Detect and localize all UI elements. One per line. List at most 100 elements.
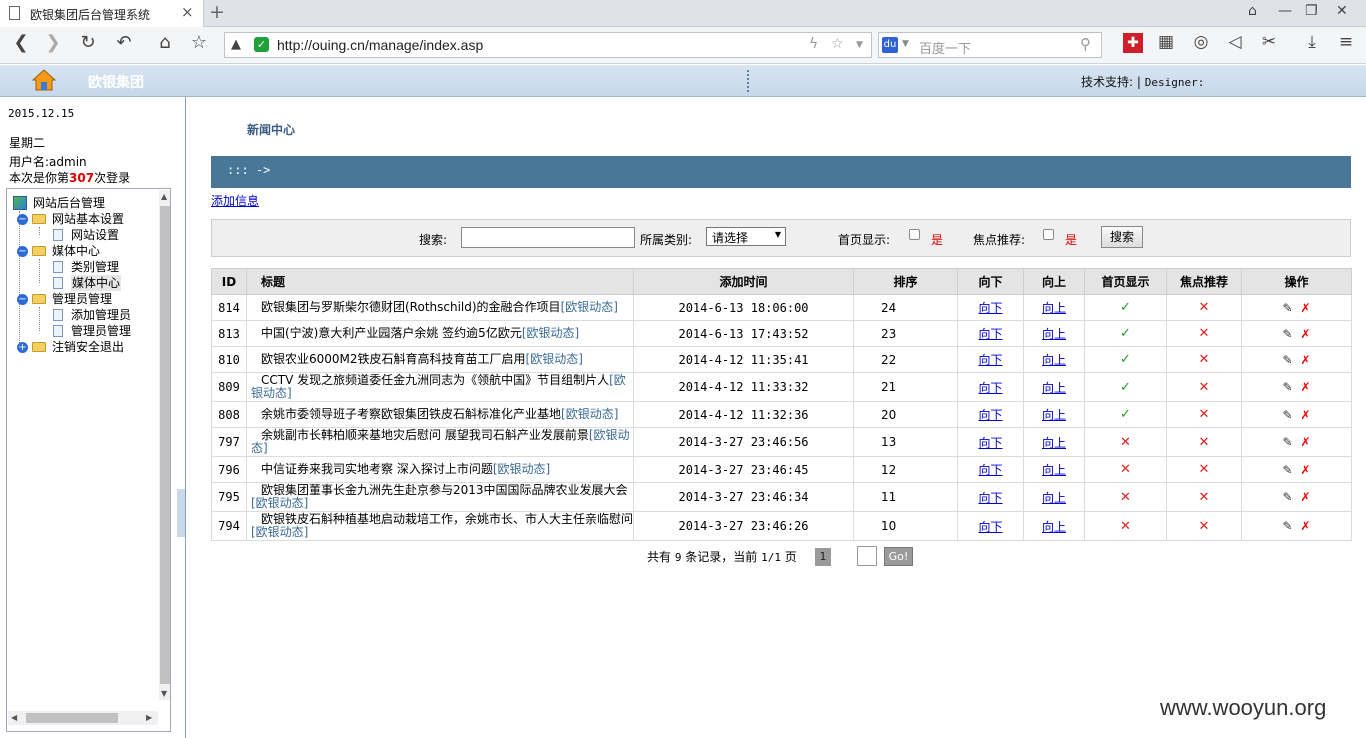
tree-label-admin-mgmt[interactable]: 管理员管理 [71,323,131,339]
check-icon[interactable]: ✓ [1120,300,1131,315]
edit-icon[interactable]: ✎ [1282,327,1292,341]
row-category-tag[interactable]: [欧银动态] [561,407,618,421]
apps-grid-icon[interactable]: ▦ [1153,32,1179,52]
row-title[interactable]: 中国(宁波)意大利产业园落户余姚 签约逾5亿欧元[欧银动态] [246,320,634,347]
download-icon[interactable]: ⤓ [1299,32,1325,52]
scroll-right-icon[interactable]: ▶ [146,713,152,722]
check-icon[interactable]: ✓ [1120,326,1131,341]
check-icon[interactable]: ✓ [1120,352,1131,367]
move-up-link[interactable]: 向上 [1042,381,1066,395]
move-down-link[interactable]: 向下 [978,463,1002,477]
collapse-icon[interactable]: − [17,246,28,257]
move-down-link[interactable]: 向下 [978,520,1002,534]
pin-icon[interactable]: ⌂ [1248,3,1257,19]
delete-icon[interactable]: ✗ [1301,301,1311,315]
scroll-up-icon[interactable]: ▲ [161,192,167,201]
tree-vertical-scrollbar[interactable]: ▲ ▼ [159,190,170,700]
row-title-text[interactable]: 中信证券来我司实地考察 深入探讨上市问题 [251,462,493,476]
edit-icon[interactable]: ✎ [1282,301,1292,315]
move-up-link[interactable]: 向上 [1042,327,1066,341]
sound-icon[interactable]: ◁ [1222,32,1248,52]
row-title-text[interactable]: 欧银集团与罗斯柴尔德财团(Rothschild)的金融合作项目 [251,300,561,314]
tree-label-media[interactable]: 媒体中心 [52,243,100,259]
row-title[interactable]: 欧银集团董事长金九洲先生赴京参与2013中国国际品牌农业发展大会[欧银动态] [246,482,634,512]
row-title-text[interactable]: 余姚副市长韩柏顺来基地灾后慰问 展望我司石斛产业发展前景 [251,428,589,442]
delete-icon[interactable]: ✗ [1301,327,1311,341]
cross-icon[interactable]: ✕ [1199,326,1210,341]
delete-icon[interactable]: ✗ [1301,435,1311,449]
undo-icon[interactable]: ↶ [112,32,136,53]
scroll-thumb[interactable] [26,713,118,723]
panel-splitter[interactable] [177,489,185,537]
tree-label-add-admin[interactable]: 添加管理员 [71,307,131,323]
check-icon[interactable]: ✓ [1120,407,1131,422]
edit-icon[interactable]: ✎ [1282,353,1292,367]
search-input[interactable] [461,227,635,248]
row-title-text[interactable]: CCTV 发现之旅频道委任金九洲同志为《领航中国》节目组制片人 [251,373,609,387]
row-title[interactable]: 欧银铁皮石斛种植基地启动栽培工作，余姚市长、市人大主任亲临慰问[欧银动态] [246,511,634,541]
move-down-link[interactable]: 向下 [978,301,1002,315]
move-up-link[interactable]: 向上 [1042,353,1066,367]
edit-icon[interactable]: ✎ [1282,463,1292,477]
scroll-left-icon[interactable]: ◀ [11,713,17,722]
search-placeholder[interactable]: 百度一下 [919,38,971,57]
move-up-link[interactable]: 向上 [1042,491,1066,505]
close-window-icon[interactable]: ✕ [1336,3,1348,19]
tree-root-label[interactable]: 网站后台管理 [33,195,105,211]
cross-icon[interactable]: ✕ [1120,490,1131,505]
tree-label-admin[interactable]: 管理员管理 [52,291,112,307]
row-title[interactable]: 欧银集团与罗斯柴尔德财团(Rothschild)的金融合作项目[欧银动态] [246,294,634,321]
home-display-checkbox[interactable] [909,229,920,240]
scroll-thumb[interactable] [160,206,170,684]
cross-icon[interactable]: ✕ [1199,519,1210,534]
home-icon[interactable]: ⌂ [153,32,177,53]
extension-icon[interactable]: ✚ [1123,33,1143,53]
tree-label-category[interactable]: 类别管理 [71,259,119,275]
move-up-link[interactable]: 向上 [1042,463,1066,477]
row-category-tag[interactable]: [欧银动态] [522,326,579,340]
cross-icon[interactable]: ✕ [1199,352,1210,367]
cross-icon[interactable]: ✕ [1199,435,1210,450]
bookmark-star-icon[interactable]: ☆ [831,36,844,52]
row-title[interactable]: CCTV 发现之旅频道委任金九洲同志为《领航中国》节目组制片人[欧银动态] [246,372,634,402]
baidu-icon[interactable]: du [882,37,898,53]
edit-icon[interactable]: ✎ [1282,408,1292,422]
move-up-link[interactable]: 向上 [1042,436,1066,450]
cross-icon[interactable]: ✕ [1120,435,1131,450]
move-down-link[interactable]: 向下 [978,491,1002,505]
menu-icon[interactable]: ≡ [1333,32,1359,52]
collapse-icon[interactable]: − [17,294,28,305]
search-box[interactable]: du ▼ 百度一下 ⚲ [878,32,1102,58]
delete-icon[interactable]: ✗ [1301,353,1311,367]
page-number-button[interactable]: 1 [815,548,831,566]
search-icon[interactable]: ⚲ [1080,35,1091,53]
move-down-link[interactable]: 向下 [978,436,1002,450]
move-up-link[interactable]: 向上 [1042,408,1066,422]
category-select[interactable]: 请选择 ▼ [706,227,786,246]
check-icon[interactable]: ✓ [1120,380,1131,395]
delete-icon[interactable]: ✗ [1301,408,1311,422]
cross-icon[interactable]: ✕ [1199,300,1210,315]
tree-label-media-center[interactable]: 媒体中心 [71,275,122,291]
house-icon[interactable] [32,69,56,91]
row-title[interactable]: 余姚市委领导班子考察欧银集团铁皮石斛标准化产业基地[欧银动态] [246,401,634,428]
url-text[interactable]: http://ouing.cn/manage/index.asp [277,37,483,53]
delete-icon[interactable]: ✗ [1301,463,1311,477]
favorite-icon[interactable]: ☆ [187,32,211,53]
cross-icon[interactable]: ✕ [1199,407,1210,422]
scroll-down-icon[interactable]: ▼ [161,689,167,698]
row-category-tag[interactable]: [欧银动态] [493,462,550,476]
search-engine-dropdown-icon[interactable]: ▼ [902,39,909,49]
cross-icon[interactable]: ✕ [1199,490,1210,505]
move-up-link[interactable]: 向上 [1042,520,1066,534]
delete-icon[interactable]: ✗ [1301,490,1311,504]
go-button[interactable]: Go! [884,547,913,566]
row-title-text[interactable]: 欧银集团董事长金九洲先生赴京参与2013中国国际品牌农业发展大会 [251,483,628,497]
tree-label-logout[interactable]: 注销安全退出 [52,339,124,355]
add-info-link[interactable]: 添加信息 [211,192,259,209]
minimize-icon[interactable]: — [1278,3,1292,19]
new-tab-icon[interactable]: + [209,1,225,23]
collapse-icon[interactable]: − [17,214,28,225]
edit-icon[interactable]: ✎ [1282,519,1292,533]
row-category-tag[interactable]: [欧银动态] [561,300,618,314]
